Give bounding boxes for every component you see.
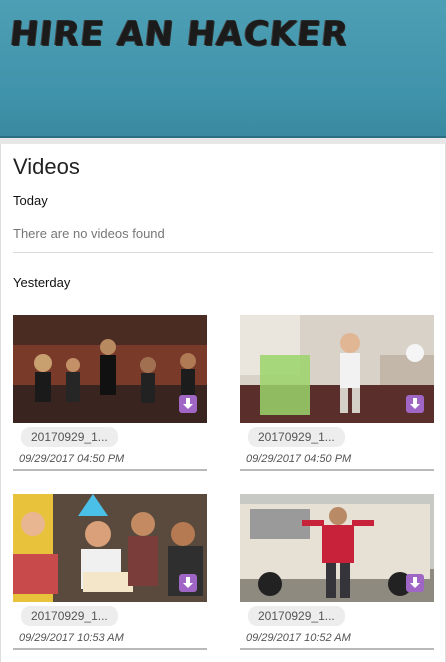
section-label-yesterday: Yesterday — [13, 275, 71, 290]
card-underline — [240, 648, 434, 650]
video-filename: 20170929_1... — [21, 427, 118, 447]
empty-message: There are no videos found — [13, 226, 165, 241]
card-underline — [240, 469, 434, 471]
video-card[interactable]: 20170929_1... 09/29/2017 10:53 AM — [13, 494, 207, 650]
header-banner: HIRE AN HACKER — [0, 0, 446, 138]
card-underline — [13, 648, 207, 650]
site-logo[interactable]: HIRE AN HACKER — [8, 14, 351, 54]
child-playing-thumbnail — [240, 315, 434, 423]
download-icon[interactable] — [179, 395, 197, 413]
video-date: 09/29/2017 04:50 PM — [19, 453, 125, 465]
video-card[interactable]: 20170929_1... 09/29/2017 10:52 AM — [240, 494, 434, 650]
video-thumbnail[interactable] — [240, 494, 434, 602]
video-thumbnail[interactable] — [13, 315, 207, 423]
video-date: 09/29/2017 04:50 PM — [246, 453, 352, 465]
video-filename: 20170929_1... — [21, 606, 118, 626]
birthday-party-thumbnail — [13, 494, 207, 602]
man-with-truck-thumbnail — [240, 494, 434, 602]
videos-panel: Videos Today There are no videos found Y… — [0, 144, 446, 662]
download-icon[interactable] — [406, 395, 424, 413]
video-date: 09/29/2017 10:52 AM — [246, 632, 351, 644]
video-card[interactable]: 20170929_1... 09/29/2017 04:50 PM — [240, 315, 434, 471]
page-title: Videos — [13, 154, 80, 179]
video-date: 09/29/2017 10:53 AM — [19, 632, 124, 644]
download-icon[interactable] — [406, 574, 424, 592]
card-underline — [13, 469, 207, 471]
video-filename: 20170929_1... — [248, 427, 345, 447]
video-card[interactable]: 20170929_1... 09/29/2017 04:50 PM — [13, 315, 207, 471]
dance-scene-thumbnail — [13, 315, 207, 423]
video-thumbnail[interactable] — [240, 315, 434, 423]
video-thumbnail[interactable] — [13, 494, 207, 602]
video-filename: 20170929_1... — [248, 606, 345, 626]
section-label-today: Today — [13, 193, 48, 208]
download-icon[interactable] — [179, 574, 197, 592]
section-divider — [13, 252, 433, 253]
